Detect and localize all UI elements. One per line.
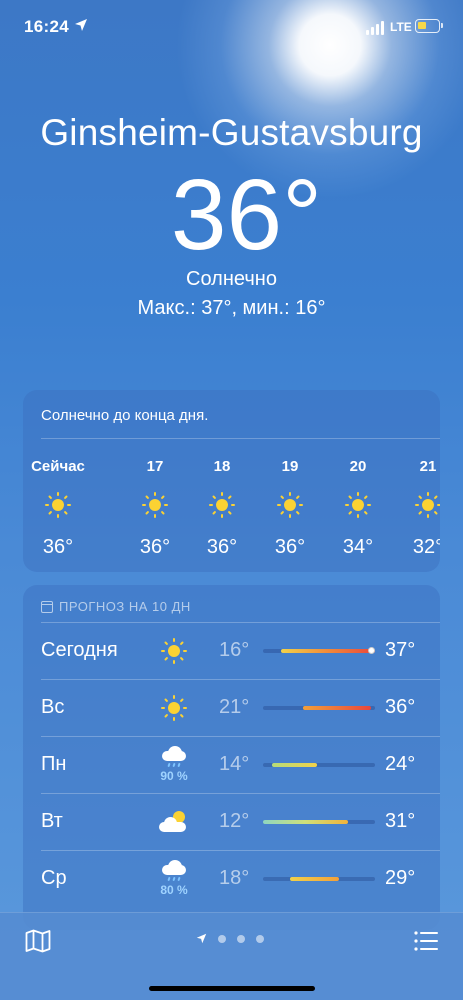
low-temp: 16°: [219, 639, 250, 661]
low-temp: 12°: [219, 810, 250, 832]
hour-label: 19: [281, 458, 299, 475]
list-icon[interactable]: [414, 931, 438, 951]
low-temp: 21°: [219, 696, 250, 718]
divider: [41, 736, 440, 737]
temp-range-track: [263, 763, 375, 767]
cloud-sun-icon: [159, 809, 189, 835]
low-temp: 14°: [219, 753, 250, 775]
high-temp: 37°: [385, 639, 416, 661]
temp-range-bar: [280, 649, 375, 653]
high-temp: 29°: [385, 867, 416, 889]
temp-range-bar: [289, 877, 340, 881]
daily-row[interactable]: Пн 90 % 14° 24°: [23, 736, 440, 792]
cloud-rain-icon: [160, 746, 188, 768]
sun-icon: [345, 492, 371, 518]
calendar-icon: [41, 600, 53, 613]
hourly-forecast-card[interactable]: Солнечно до конца дня. Сейчас 36° 17 36° 18 3…: [23, 390, 440, 572]
temp-range-track: [263, 820, 375, 824]
daily-row[interactable]: Вс 21° 36°: [23, 679, 440, 735]
divider: [41, 793, 440, 794]
hourly-item: 19 36°: [255, 458, 325, 559]
hour-temp: 34°: [342, 536, 374, 558]
precip-chance: 80 %: [160, 883, 188, 897]
day-name: Вт: [41, 810, 63, 832]
divider: [41, 438, 440, 439]
current-condition: Солнечно: [186, 268, 277, 290]
divider: [41, 622, 440, 623]
hour-temp: 36°: [274, 536, 306, 558]
daily-row[interactable]: Ср 80 % 18° 29°: [23, 850, 440, 906]
home-indicator[interactable]: [149, 986, 315, 991]
sun-icon: [142, 492, 168, 518]
temp-range-bar: [263, 820, 349, 824]
hour-temp: 36°: [42, 536, 74, 558]
high-temp: 24°: [385, 753, 416, 775]
hourly-item: 17 36°: [120, 458, 190, 559]
signal-icon: [366, 21, 386, 35]
current-temp-dot: [367, 647, 375, 654]
hour-label: 18: [213, 458, 231, 475]
high-low: Макс.: 37°, мин.: 16°: [137, 297, 326, 319]
sun-icon: [161, 695, 187, 721]
precip-chance: 90 %: [160, 769, 188, 783]
map-icon[interactable]: [25, 929, 51, 953]
divider: [41, 850, 440, 851]
hourly-item: 20 34°: [323, 458, 393, 559]
daily-row[interactable]: Сегодня 16° 37°: [23, 622, 440, 678]
location-arrow-icon: [75, 19, 87, 31]
temp-range-bar: [303, 706, 371, 710]
hourly-item: 21 32°: [393, 458, 440, 559]
forecast-title: ПРОГНОЗ НА 10 ДН: [59, 599, 191, 614]
sun-icon: [45, 492, 71, 518]
divider: [41, 679, 440, 680]
hour-label: 17: [146, 458, 164, 475]
network-label: LTE: [390, 20, 412, 34]
hour-temp: 36°: [206, 536, 238, 558]
sun-icon: [161, 638, 187, 664]
temp-range-track: [263, 877, 375, 881]
hourly-summary: Солнечно до конца дня.: [41, 407, 209, 424]
sun-icon: [277, 492, 303, 518]
ten-day-forecast-card[interactable]: ПРОГНОЗ НА 10 ДН Сегодня 16° 37° Вс 21° 36° Пн…: [23, 585, 440, 930]
page-indicator[interactable]: [196, 933, 264, 944]
hourly-item: Сейчас 36°: [23, 458, 93, 559]
day-name: Ср: [41, 867, 67, 889]
page-dot[interactable]: [237, 934, 245, 943]
bottom-toolbar: [0, 912, 463, 1000]
temp-range-track: [263, 647, 375, 654]
cloud-rain-icon: [160, 860, 188, 882]
page-dot[interactable]: [256, 934, 264, 943]
hour-temp: 32°: [412, 536, 440, 558]
day-name: Пн: [41, 753, 67, 775]
sun-icon: [415, 492, 440, 518]
high-temp: 36°: [385, 696, 416, 718]
low-temp: 18°: [219, 867, 250, 889]
temp-range-track: [263, 706, 375, 710]
current-temperature: 36°: [170, 159, 323, 271]
forecast-header: ПРОГНОЗ НА 10 ДН: [41, 599, 191, 614]
hour-label: 21: [419, 458, 437, 475]
hour-label: 20: [349, 458, 367, 475]
hourly-item: 18 36°: [187, 458, 257, 559]
status-bar: 16:24 LTE: [0, 0, 463, 54]
hour-temp: 36°: [139, 536, 171, 558]
day-name: Вс: [41, 696, 65, 718]
location-arrow-icon: [196, 933, 207, 944]
city-name: Ginsheim-Gustavsburg: [40, 112, 423, 153]
status-time: 16:24: [24, 17, 69, 36]
high-temp: 31°: [385, 810, 416, 832]
day-name: Сегодня: [41, 639, 118, 661]
temp-range-bar: [271, 763, 317, 767]
daily-row[interactable]: Вт 12° 31°: [23, 793, 440, 849]
page-dot[interactable]: [218, 934, 226, 943]
battery-icon: [415, 19, 443, 33]
hour-label: Сейчас: [31, 458, 85, 475]
sun-icon: [209, 492, 235, 518]
